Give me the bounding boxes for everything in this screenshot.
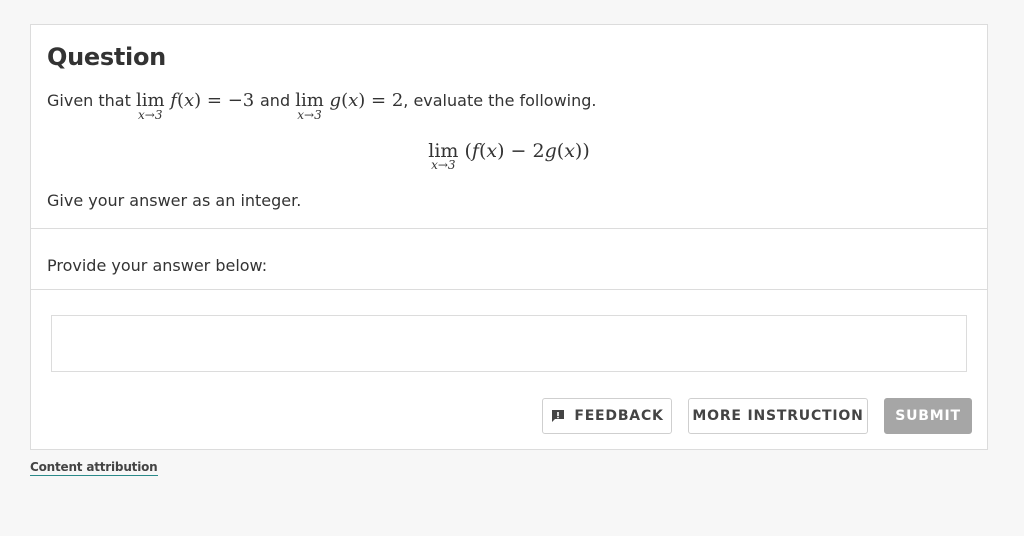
func-name: g (329, 90, 342, 111)
given-limit-f: lim x→3 f(x) = −3 (135, 90, 255, 122)
submit-button[interactable]: SUBMIT (884, 398, 972, 434)
limit-subscript: x→3 (297, 108, 322, 122)
limit-subscript: x→3 (138, 108, 163, 122)
given-limit-g: lim x→3 g(x) = 2 (295, 90, 404, 122)
more-instruction-label: MORE INSTRUCTION (692, 408, 864, 424)
question-title: Question (47, 43, 166, 71)
answer-input-box (51, 315, 967, 372)
limit-value: 2 (391, 90, 404, 111)
question-hint: Give your answer as an integer. (47, 191, 302, 210)
answer-input[interactable] (52, 316, 966, 371)
intro-end-text: , evaluate the following. (403, 91, 597, 110)
limit-subscript: x→3 (431, 158, 456, 172)
display-equation: lim x→3 (f(x) − 2g(x)) (428, 140, 590, 172)
question-card: Question Given that lim x→3 f(x) = −3 and… (30, 24, 988, 450)
intro-and-text: and (260, 91, 291, 110)
func-arg: x (184, 90, 195, 111)
feedback-button[interactable]: FEEDBACK (542, 398, 672, 434)
func-name: f (170, 90, 177, 111)
intro-given-text: Given that (47, 91, 131, 110)
answer-label: Provide your answer below: (47, 256, 268, 275)
more-instruction-button[interactable]: MORE INSTRUCTION (688, 398, 868, 434)
feedback-icon (550, 408, 566, 424)
func-arg: x (348, 90, 359, 111)
answer-label-section: Provide your answer below: (31, 229, 987, 290)
question-section: Question Given that lim x→3 f(x) = −3 and… (31, 25, 987, 229)
question-intro: Given that lim x→3 f(x) = −3 and lim x→3 g… (47, 89, 597, 122)
submit-label: SUBMIT (895, 408, 961, 424)
content-attribution-link[interactable]: Content attribution (30, 460, 158, 476)
feedback-label: FEEDBACK (574, 408, 664, 424)
limit-value: −3 (227, 90, 255, 111)
